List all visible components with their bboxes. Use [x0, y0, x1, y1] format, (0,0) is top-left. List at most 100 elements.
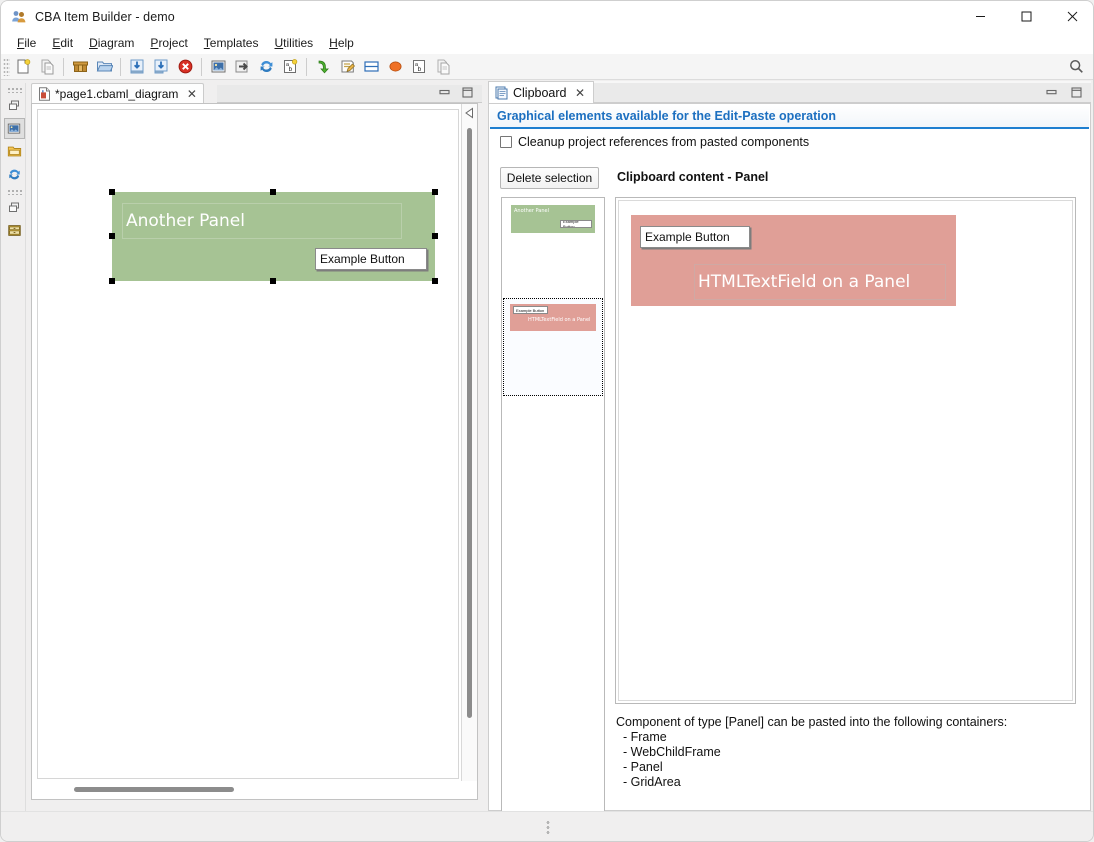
refresh-icon[interactable] — [255, 56, 277, 78]
paste-info-lead: Component of type [Panel] can be pasted … — [616, 715, 1008, 729]
image-icon[interactable] — [207, 56, 229, 78]
menu-templates-label: Templates — [203, 36, 259, 50]
export-icon[interactable] — [150, 56, 172, 78]
selection-handle-n[interactable] — [270, 189, 276, 195]
edit-note-icon[interactable] — [336, 56, 358, 78]
preview-htmltextfield[interactable]: HTMLTextField on a Panel — [694, 264, 946, 300]
canvas-panel-label: Another Panel — [122, 203, 402, 239]
selection-handle-sw[interactable] — [109, 278, 115, 284]
collapse-left-icon[interactable] — [463, 106, 475, 120]
delete-selection-button[interactable]: Delete selection — [500, 167, 599, 189]
rail-grip-mid[interactable] — [6, 189, 22, 195]
thumbnail-salmon-label: HTMLTextField on a Panel — [528, 317, 591, 323]
paste-info-container-2: - Panel — [623, 760, 663, 774]
selection-handle-se[interactable] — [432, 278, 438, 284]
diagram-canvas-page[interactable]: Another Panel Example Button — [37, 109, 459, 779]
menu-help[interactable]: Help — [321, 33, 362, 53]
diagram-canvas[interactable]: Another Panel Example Button — [32, 104, 461, 781]
editor-tab-page1[interactable]: *page1.cbaml_diagram ✕ — [31, 83, 205, 103]
menu-utilities[interactable]: Utilities — [266, 33, 321, 53]
rename-ab-icon[interactable]: a b — [279, 56, 301, 78]
selection-handle-e[interactable] — [432, 233, 438, 239]
svg-text:b: b — [417, 66, 421, 73]
clipboard-preview-box[interactable]: Example Button HTMLTextField on a Panel — [615, 197, 1076, 704]
menu-edit[interactable]: Edit — [44, 33, 81, 53]
editor-minimize-icon[interactable] — [437, 85, 451, 99]
new-file-icon[interactable] — [12, 56, 34, 78]
restore-view-icon[interactable] — [4, 95, 25, 116]
preview-example-button[interactable]: Example Button — [640, 226, 750, 248]
clipboard-window-controls — [1044, 85, 1083, 99]
refresh-view-icon[interactable] — [4, 164, 25, 185]
resize-grip-icon[interactable] — [546, 820, 550, 834]
image-view-icon[interactable] — [3, 118, 25, 139]
split-window-icon[interactable] — [360, 56, 382, 78]
clipboard-thumbnail-list[interactable]: Another Panel Example Button Example But… — [501, 197, 605, 814]
toolbar-separator-1 — [63, 57, 64, 76]
clipboard-tab[interactable]: Clipboard ✕ — [488, 81, 594, 103]
orange-circle-icon[interactable] — [384, 56, 406, 78]
selection-handle-ne[interactable] — [432, 189, 438, 195]
search-icon[interactable] — [1063, 55, 1089, 79]
thumbnail-panel-green: Another Panel Example Button — [511, 205, 595, 233]
selection-handle-s[interactable] — [270, 278, 276, 284]
green-arrow-down-icon[interactable] — [312, 56, 334, 78]
rail-grip-top[interactable] — [6, 87, 22, 93]
clipboard-maximize-icon[interactable] — [1069, 85, 1083, 99]
arrow-into-box-icon[interactable] — [231, 56, 253, 78]
clipboard-tab-close-icon[interactable]: ✕ — [574, 86, 587, 99]
canvas-example-button[interactable]: Example Button — [315, 248, 427, 270]
archive-box-icon[interactable] — [69, 56, 91, 78]
editor-horizontal-scroll-thumb[interactable] — [74, 787, 234, 792]
selection-handle-w[interactable] — [109, 233, 115, 239]
menu-diagram-label: Diagram — [89, 36, 135, 50]
paste-target-info: Component of type [Panel] can be pasted … — [616, 715, 1007, 790]
drawer-view-icon[interactable] — [4, 220, 25, 241]
restore-view-icon-2[interactable] — [4, 197, 25, 218]
editor-vertical-scroll-thumb[interactable] — [467, 128, 472, 718]
thumbnail-green-button: Example Button — [560, 220, 592, 228]
clipboard-header-text: Graphical elements available for the Edi… — [497, 109, 836, 123]
menu-bar: File Edit Diagram Project Templates Util… — [1, 32, 1093, 54]
paste-info-container-1: - WebChildFrame — [623, 745, 721, 759]
status-bar — [1, 811, 1093, 841]
cleanup-checkbox[interactable] — [500, 136, 512, 148]
close-button[interactable] — [1049, 1, 1093, 32]
editor-tab-close-icon[interactable]: ✕ — [185, 87, 198, 100]
folder-view-icon[interactable] — [4, 141, 25, 162]
editor-vertical-scrollbar[interactable] — [461, 104, 477, 781]
cleanup-checkbox-row[interactable]: Cleanup project references from pasted c… — [500, 135, 809, 149]
editor-maximize-icon[interactable] — [460, 85, 474, 99]
selection-handle-nw[interactable] — [109, 189, 115, 195]
thumbnail-another-panel[interactable]: Another Panel Example Button — [503, 199, 603, 297]
paste-info-container-3: - GridArea — [623, 775, 681, 789]
menu-file-label: File — [17, 36, 37, 50]
paste-info-container-0: - Frame — [623, 730, 667, 744]
menu-diagram[interactable]: Diagram — [81, 33, 142, 53]
duplicate-icon[interactable] — [432, 56, 454, 78]
menu-file[interactable]: File — [9, 33, 44, 53]
delete-error-icon[interactable] — [174, 56, 196, 78]
clipboard-minimize-icon[interactable] — [1044, 85, 1058, 99]
clipboard-tab-label: Clipboard — [513, 85, 567, 100]
thumbnail-htmltextfield-panel[interactable]: Example Button HTMLTextField on a Panel — [503, 298, 603, 396]
open-folder-icon[interactable] — [93, 56, 115, 78]
canvas-panel-another-panel[interactable]: Another Panel Example Button — [112, 192, 435, 281]
editor-horizontal-scrollbar[interactable] — [32, 781, 461, 799]
preview-panel-salmon[interactable]: Example Button HTMLTextField on a Panel — [631, 215, 956, 306]
minimize-button[interactable] — [957, 1, 1003, 32]
maximize-button[interactable] — [1003, 1, 1049, 32]
ab-label-icon[interactable]: a b — [408, 56, 430, 78]
menu-project[interactable]: Project — [142, 33, 195, 53]
diagram-editor-view: *page1.cbaml_diagram ✕ Another Panel Exa… — [27, 83, 482, 812]
window-title: CBA Item Builder - demo — [35, 9, 175, 24]
clipboard-preview-surface[interactable]: Example Button HTMLTextField on a Panel — [618, 200, 1073, 701]
toolbar-separator-4 — [306, 57, 307, 76]
application-window: CBA Item Builder - demo File Edit Diagra… — [0, 0, 1094, 842]
menu-templates[interactable]: Templates — [196, 33, 267, 53]
editor-window-controls — [437, 85, 474, 99]
svg-text:b: b — [288, 66, 292, 73]
copy-file-icon[interactable] — [36, 56, 58, 78]
toolbar-grip[interactable] — [3, 57, 10, 76]
import-icon[interactable] — [126, 56, 148, 78]
